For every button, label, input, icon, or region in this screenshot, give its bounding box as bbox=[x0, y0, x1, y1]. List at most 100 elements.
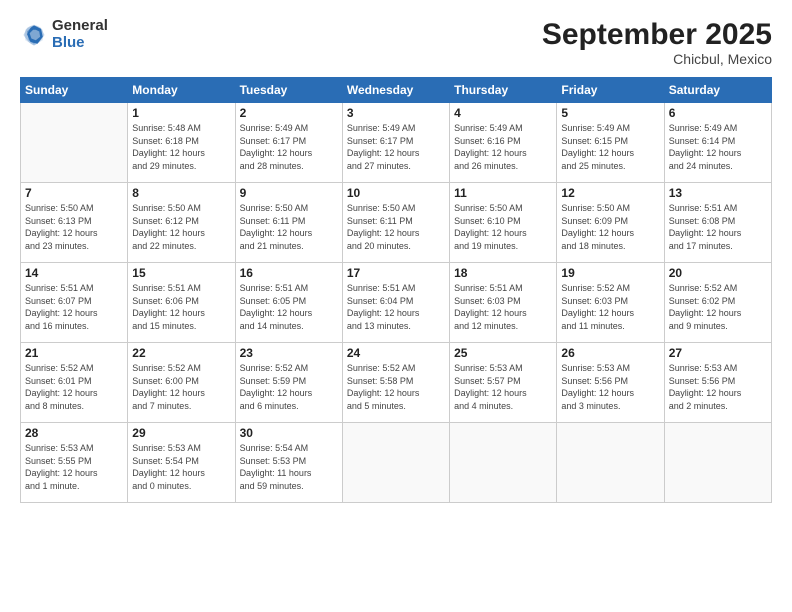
calendar-cell-0-4: 4 Sunrise: 5:49 AM Sunset: 6:16 PM Daylig… bbox=[450, 103, 557, 183]
calendar-cell-1-0: 7 Sunrise: 5:50 AM Sunset: 6:13 PM Daylig… bbox=[21, 183, 128, 263]
calendar-cell-0-6: 6 Sunrise: 5:49 AM Sunset: 6:14 PM Daylig… bbox=[664, 103, 771, 183]
week-row-0: 1 Sunrise: 5:48 AM Sunset: 6:18 PM Daylig… bbox=[21, 103, 772, 183]
day-number-1: 1 bbox=[132, 106, 230, 120]
calendar-cell-0-5: 5 Sunrise: 5:49 AM Sunset: 6:15 PM Daylig… bbox=[557, 103, 664, 183]
calendar-cell-3-6: 27 Sunrise: 5:53 AM Sunset: 5:56 PM Dayli… bbox=[664, 343, 771, 423]
calendar-cell-2-6: 20 Sunrise: 5:52 AM Sunset: 6:02 PM Dayli… bbox=[664, 263, 771, 343]
calendar-cell-3-2: 23Sunrise: 5:52 AM Sunset: 5:59 PM Dayli… bbox=[235, 343, 342, 423]
day-number-15: 15 bbox=[132, 266, 230, 280]
calendar-cell-4-0: 28 Sunrise: 5:53 AM Sunset: 5:55 PM Dayli… bbox=[21, 423, 128, 503]
day-detail-5: Sunrise: 5:49 AM Sunset: 6:15 PM Dayligh… bbox=[561, 122, 659, 172]
col-tuesday: Tuesday bbox=[235, 78, 342, 103]
day-detail-8: Sunrise: 5:50 AM Sunset: 6:12 PM Dayligh… bbox=[132, 202, 230, 252]
day-detail-1: Sunrise: 5:48 AM Sunset: 6:18 PM Dayligh… bbox=[132, 122, 230, 172]
calendar-cell-1-6: 13 Sunrise: 5:51 AM Sunset: 6:08 PM Dayli… bbox=[664, 183, 771, 263]
day-detail-2: Sunrise: 5:49 AM Sunset: 6:17 PM Dayligh… bbox=[240, 122, 338, 172]
calendar-cell-4-3 bbox=[342, 423, 449, 503]
day-detail-13: Sunrise: 5:51 AM Sunset: 6:08 PM Dayligh… bbox=[669, 202, 767, 252]
day-number-13: 13 bbox=[669, 186, 767, 200]
day-detail-14: Sunrise: 5:51 AM Sunset: 6:07 PM Dayligh… bbox=[25, 282, 123, 332]
calendar-cell-4-4 bbox=[450, 423, 557, 503]
calendar-cell-3-5: 26 Sunrise: 5:53 AM Sunset: 5:56 PM Dayli… bbox=[557, 343, 664, 423]
col-wednesday: Wednesday bbox=[342, 78, 449, 103]
day-detail-21: Sunrise: 5:52 AM Sunset: 6:01 PM Dayligh… bbox=[25, 362, 123, 412]
logo-general: General bbox=[52, 18, 108, 35]
day-number-16: 16 bbox=[240, 266, 338, 280]
day-number-17: 17 bbox=[347, 266, 445, 280]
calendar-cell-0-2: 2 Sunrise: 5:49 AM Sunset: 6:17 PM Daylig… bbox=[235, 103, 342, 183]
calendar-cell-2-0: 14Sunrise: 5:51 AM Sunset: 6:07 PM Dayli… bbox=[21, 263, 128, 343]
day-number-21: 21 bbox=[25, 346, 123, 360]
calendar-cell-1-2: 9Sunrise: 5:50 AM Sunset: 6:11 PM Daylig… bbox=[235, 183, 342, 263]
col-monday: Monday bbox=[128, 78, 235, 103]
page-header: General Blue September 2025 Chicbul, Mex… bbox=[20, 18, 772, 67]
day-number-20: 20 bbox=[669, 266, 767, 280]
day-number-8: 8 bbox=[132, 186, 230, 200]
day-number-5: 5 bbox=[561, 106, 659, 120]
calendar-cell-2-4: 18Sunrise: 5:51 AM Sunset: 6:03 PM Dayli… bbox=[450, 263, 557, 343]
day-detail-4: Sunrise: 5:49 AM Sunset: 6:16 PM Dayligh… bbox=[454, 122, 552, 172]
day-detail-30: Sunrise: 5:54 AM Sunset: 5:53 PM Dayligh… bbox=[240, 442, 338, 492]
day-detail-7: Sunrise: 5:50 AM Sunset: 6:13 PM Dayligh… bbox=[25, 202, 123, 252]
logo-blue: Blue bbox=[52, 35, 108, 52]
day-detail-28: Sunrise: 5:53 AM Sunset: 5:55 PM Dayligh… bbox=[25, 442, 123, 492]
title-block: September 2025 Chicbul, Mexico bbox=[542, 18, 772, 67]
calendar-cell-0-0 bbox=[21, 103, 128, 183]
day-detail-29: Sunrise: 5:53 AM Sunset: 5:54 PM Dayligh… bbox=[132, 442, 230, 492]
col-sunday: Sunday bbox=[21, 78, 128, 103]
day-number-10: 10 bbox=[347, 186, 445, 200]
day-number-22: 22 bbox=[132, 346, 230, 360]
logo: General Blue bbox=[20, 18, 108, 51]
day-detail-22: Sunrise: 5:52 AM Sunset: 6:00 PM Dayligh… bbox=[132, 362, 230, 412]
day-number-7: 7 bbox=[25, 186, 123, 200]
day-detail-16: Sunrise: 5:51 AM Sunset: 6:05 PM Dayligh… bbox=[240, 282, 338, 332]
calendar-cell-2-1: 15 Sunrise: 5:51 AM Sunset: 6:06 PM Dayli… bbox=[128, 263, 235, 343]
day-detail-11: Sunrise: 5:50 AM Sunset: 6:10 PM Dayligh… bbox=[454, 202, 552, 252]
week-row-3: 21 Sunrise: 5:52 AM Sunset: 6:01 PM Dayli… bbox=[21, 343, 772, 423]
col-thursday: Thursday bbox=[450, 78, 557, 103]
day-number-11: 11 bbox=[454, 186, 552, 200]
col-saturday: Saturday bbox=[664, 78, 771, 103]
day-detail-24: Sunrise: 5:52 AM Sunset: 5:58 PM Dayligh… bbox=[347, 362, 445, 412]
day-detail-10: Sunrise: 5:50 AM Sunset: 6:11 PM Dayligh… bbox=[347, 202, 445, 252]
calendar-header-row: Sunday Monday Tuesday Wednesday Thursday… bbox=[21, 78, 772, 103]
day-number-26: 26 bbox=[561, 346, 659, 360]
calendar-cell-1-5: 12 Sunrise: 5:50 AM Sunset: 6:09 PM Dayli… bbox=[557, 183, 664, 263]
day-detail-25: Sunrise: 5:53 AM Sunset: 5:57 PM Dayligh… bbox=[454, 362, 552, 412]
calendar-cell-4-6 bbox=[664, 423, 771, 503]
day-detail-6: Sunrise: 5:49 AM Sunset: 6:14 PM Dayligh… bbox=[669, 122, 767, 172]
day-detail-26: Sunrise: 5:53 AM Sunset: 5:56 PM Dayligh… bbox=[561, 362, 659, 412]
day-number-2: 2 bbox=[240, 106, 338, 120]
day-detail-20: Sunrise: 5:52 AM Sunset: 6:02 PM Dayligh… bbox=[669, 282, 767, 332]
day-number-24: 24 bbox=[347, 346, 445, 360]
day-detail-12: Sunrise: 5:50 AM Sunset: 6:09 PM Dayligh… bbox=[561, 202, 659, 252]
day-detail-27: Sunrise: 5:53 AM Sunset: 5:56 PM Dayligh… bbox=[669, 362, 767, 412]
day-number-23: 23 bbox=[240, 346, 338, 360]
day-detail-3: Sunrise: 5:49 AM Sunset: 6:17 PM Dayligh… bbox=[347, 122, 445, 172]
day-number-9: 9 bbox=[240, 186, 338, 200]
calendar-subtitle: Chicbul, Mexico bbox=[542, 51, 772, 67]
calendar-cell-3-1: 22 Sunrise: 5:52 AM Sunset: 6:00 PM Dayli… bbox=[128, 343, 235, 423]
day-detail-19: Sunrise: 5:52 AM Sunset: 6:03 PM Dayligh… bbox=[561, 282, 659, 332]
calendar-cell-1-1: 8 Sunrise: 5:50 AM Sunset: 6:12 PM Daylig… bbox=[128, 183, 235, 263]
day-number-25: 25 bbox=[454, 346, 552, 360]
day-detail-15: Sunrise: 5:51 AM Sunset: 6:06 PM Dayligh… bbox=[132, 282, 230, 332]
day-number-28: 28 bbox=[25, 426, 123, 440]
week-row-2: 14Sunrise: 5:51 AM Sunset: 6:07 PM Dayli… bbox=[21, 263, 772, 343]
col-friday: Friday bbox=[557, 78, 664, 103]
day-number-12: 12 bbox=[561, 186, 659, 200]
calendar-cell-1-3: 10 Sunrise: 5:50 AM Sunset: 6:11 PM Dayli… bbox=[342, 183, 449, 263]
calendar-table: Sunday Monday Tuesday Wednesday Thursday… bbox=[20, 77, 772, 503]
day-number-30: 30 bbox=[240, 426, 338, 440]
day-number-6: 6 bbox=[669, 106, 767, 120]
calendar-cell-2-3: 17Sunrise: 5:51 AM Sunset: 6:04 PM Dayli… bbox=[342, 263, 449, 343]
calendar-cell-2-2: 16 Sunrise: 5:51 AM Sunset: 6:05 PM Dayli… bbox=[235, 263, 342, 343]
calendar-cell-4-5 bbox=[557, 423, 664, 503]
week-row-1: 7 Sunrise: 5:50 AM Sunset: 6:13 PM Daylig… bbox=[21, 183, 772, 263]
week-row-4: 28 Sunrise: 5:53 AM Sunset: 5:55 PM Dayli… bbox=[21, 423, 772, 503]
calendar-cell-1-4: 11 Sunrise: 5:50 AM Sunset: 6:10 PM Dayli… bbox=[450, 183, 557, 263]
logo-icon bbox=[20, 21, 48, 49]
calendar-cell-0-3: 3Sunrise: 5:49 AM Sunset: 6:17 PM Daylig… bbox=[342, 103, 449, 183]
day-number-4: 4 bbox=[454, 106, 552, 120]
day-number-27: 27 bbox=[669, 346, 767, 360]
